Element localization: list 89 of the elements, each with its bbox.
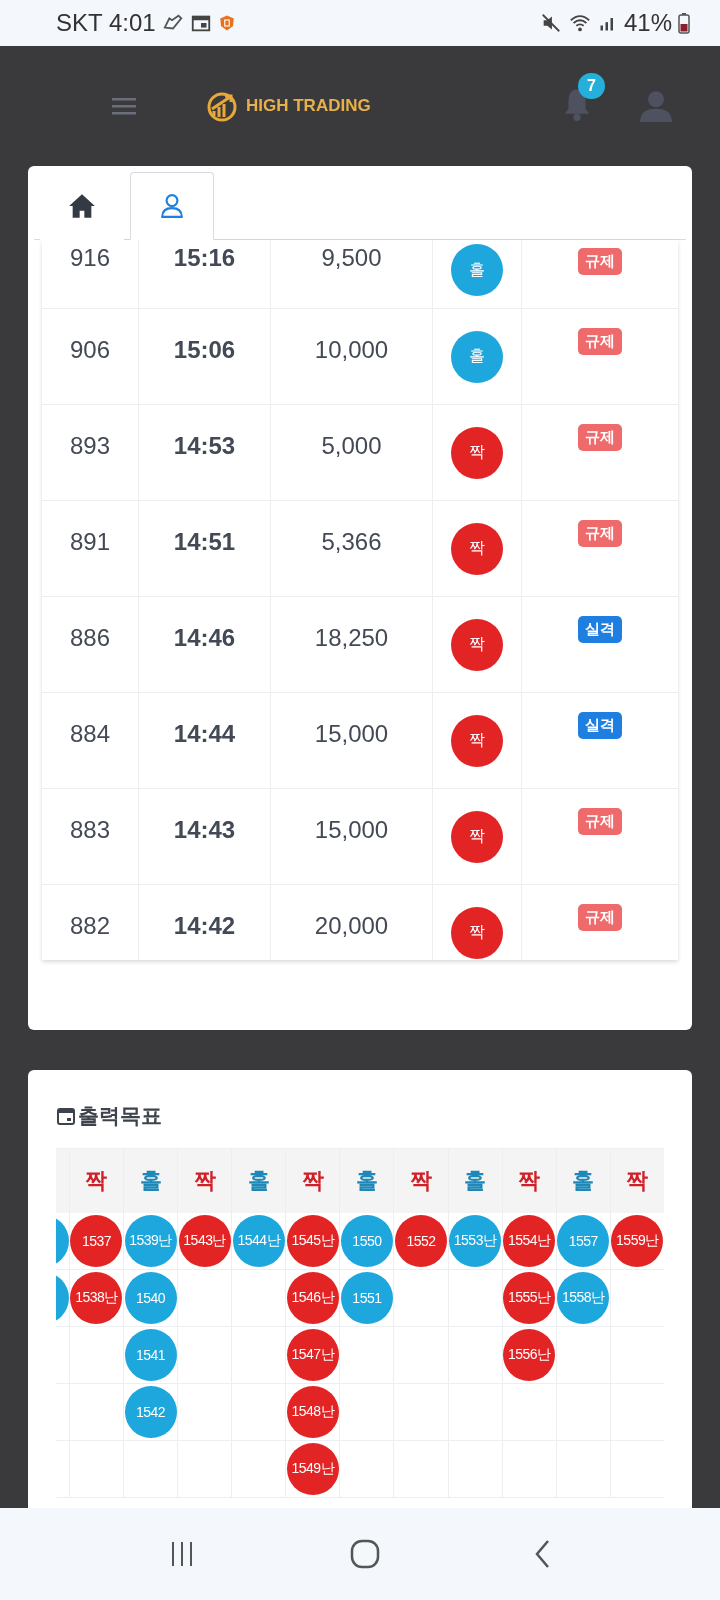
result-ball: 1548난 [286,1386,339,1438]
result-ball: 1543난 [178,1215,231,1267]
battery-percent: 41% [623,9,672,37]
result-ball: 홀 [451,330,503,383]
table-cell: 15:16 [173,244,236,272]
column-header: 홀 [124,1149,178,1213]
result-ball: 1551 [340,1272,393,1324]
result-ball: 1559난 [611,1215,664,1267]
result-ball: 1537 [70,1215,123,1267]
table-cell: 14:53 [173,431,236,460]
column-header: 짝 [286,1149,340,1213]
result-ball: 1539난 [124,1215,177,1267]
table-cell: 5,366 [321,527,382,556]
result-ball: 짝 [451,810,503,863]
result-ball: 1542 [124,1386,177,1438]
table-cell: 14:43 [173,815,236,844]
column-header: 홀 [232,1149,286,1213]
table-cell: 891 [69,527,110,556]
column-header: 짝 [394,1149,448,1213]
column-header: 짝 [502,1149,556,1213]
table-cell: 18,250 [314,623,389,652]
column-header: 홀 [448,1149,502,1213]
result-ball: 1544난 [232,1215,285,1267]
table-cell: 14:51 [173,527,236,556]
calendar-icon [56,1106,76,1126]
result-ball: 1545난 [286,1215,339,1267]
status-tag: 규제 [578,424,622,451]
result-ball: 1558난 [557,1272,610,1324]
column-header: 홀 [556,1149,610,1213]
status-tag: 실격 [578,712,622,739]
home-icon[interactable] [350,1539,380,1569]
table-cell: 15,000 [314,815,389,844]
table-cell: 15,000 [314,719,389,748]
table-cell: 886 [69,623,110,652]
result-ball: 1550 [340,1215,393,1267]
notification-badge: 7 [578,73,605,99]
status-tag: 규제 [578,248,622,275]
result-ball: 짝 [451,522,503,575]
status-tag: 규제 [578,520,622,547]
status-tag: 실격 [578,616,622,643]
user-tab[interactable] [130,172,214,240]
result-ball: 1556난 [503,1329,556,1381]
table-cell: 14:44 [173,719,236,748]
result-ball: 1538난 [70,1272,123,1324]
status-tag: 규제 [578,328,622,355]
table-cell: 893 [69,431,110,460]
carrier-time: SKT 4:01 [56,9,156,37]
table-cell: 15:06 [173,335,236,364]
result-ball: 1549난 [286,1443,339,1495]
table-cell: 14:42 [173,911,236,940]
column-header: 짝 [178,1149,232,1213]
result-ball: 1553난 [449,1215,502,1267]
battery-icon [678,12,690,34]
column-header: 홀 [340,1149,394,1213]
table-cell: 906 [69,335,110,364]
result-ball: 홀 [451,244,503,296]
section-title: 출력목표 [78,1103,162,1129]
shield-icon [217,13,236,33]
result-ball: 1552 [395,1215,447,1267]
result-ball: 짝 [451,906,503,959]
table-cell: 916 [69,244,110,272]
column-header: 짝 [69,1149,123,1213]
mute-icon [539,12,562,34]
result-ball: 1546난 [286,1272,339,1324]
result-ball: 짝 [451,714,503,767]
table-cell: 882 [69,911,110,940]
table-cell: 10,000 [314,335,389,364]
column-header: 짝 [610,1149,664,1213]
result-ball: 짝 [451,618,503,671]
result-ball: 1547난 [286,1329,339,1381]
wifi-icon [567,12,592,34]
status-tag: 규제 [578,904,622,931]
user-icon [159,193,185,219]
table-cell: 9,500 [321,244,382,272]
table-cell: 883 [69,815,110,844]
result-ball: 짝 [451,426,503,479]
result-ball: 1554난 [503,1215,556,1267]
status-tag: 규제 [578,808,622,835]
table-cell: 14:46 [173,623,236,652]
result-ball: 1555난 [503,1272,556,1324]
table-cell: 5,000 [321,431,382,460]
result-ball: 1540 [124,1272,177,1324]
chart-logo-icon [206,90,238,122]
home-icon [68,193,96,219]
brand-name: HIGH TRADING [246,96,371,116]
table-cell: 20,000 [314,911,389,940]
table-cell: 884 [69,719,110,748]
result-ball: 1541 [124,1329,177,1381]
result-ball: 1557 [557,1215,610,1267]
